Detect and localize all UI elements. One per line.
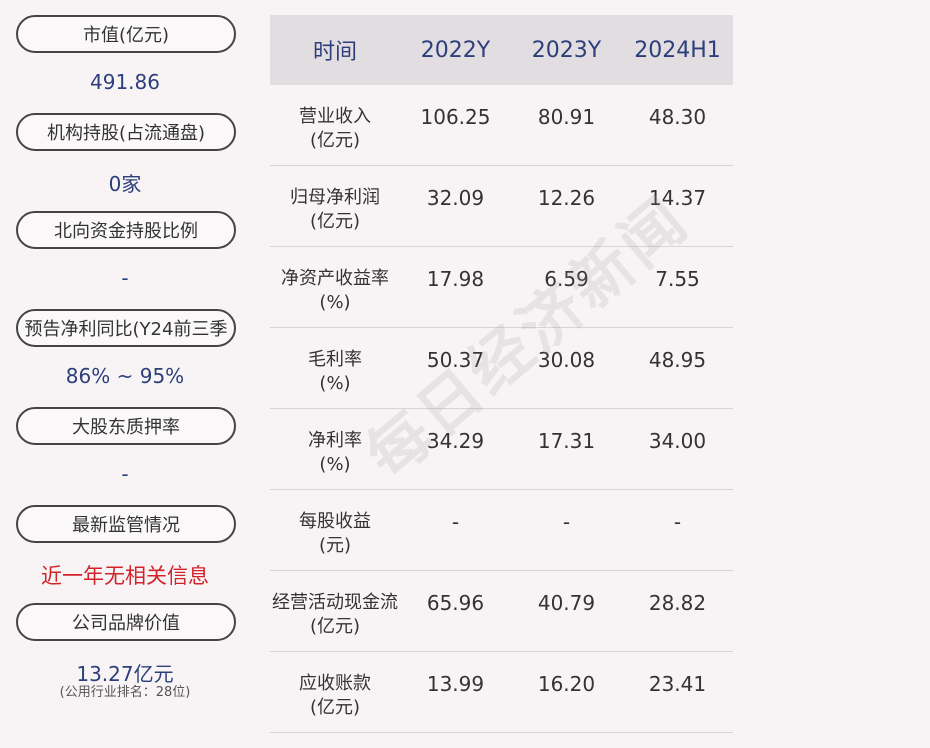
regulatory-value: 近一年无相关信息 <box>41 564 209 588</box>
table-header: 时间 2022Y 2023Y 2024H1 <box>270 15 733 85</box>
regulatory-label: 最新监管情况 <box>16 505 236 543</box>
row-label-unit: (元) <box>318 535 352 556</box>
brand-rank-note: (公用行业排名：28位) <box>59 685 191 700</box>
row-value: 23.41 <box>648 672 707 696</box>
row-label: 毛利率 (%) <box>270 328 400 396</box>
table-row: 净利率 (%) 34.29 17.31 34.00 <box>270 409 733 490</box>
row-value: 48.95 <box>648 348 707 372</box>
row-label-main: 毛利率 <box>308 349 362 370</box>
row-value: 32.09 <box>426 186 485 210</box>
row-label-main: 营业收入 <box>299 106 371 127</box>
row-label-main: 每股收益 <box>299 511 371 532</box>
row-value: 14.37 <box>648 186 707 210</box>
row-value: 17.98 <box>426 267 485 291</box>
row-value: 17.31 <box>537 429 596 453</box>
row-value: - <box>451 510 460 534</box>
pledge-ratio-label: 大股东质押率 <box>16 407 236 445</box>
table-row: 经营活动现金流 (亿元) 65.96 40.79 28.82 <box>270 571 733 652</box>
row-label-unit: (%) <box>319 454 351 475</box>
table-row: 净资产收益率 (%) 17.98 6.59 7.55 <box>270 247 733 328</box>
table-row: 营业收入 (亿元) 106.25 80.91 48.30 <box>270 85 733 166</box>
header-2024h1: 2024H1 <box>634 37 721 63</box>
row-value: 80.91 <box>537 105 596 129</box>
row-value: 13.99 <box>426 672 485 696</box>
row-value: 106.25 <box>420 105 491 129</box>
row-label-unit: (亿元) <box>309 616 361 637</box>
northbound-ratio-value: - <box>121 266 129 290</box>
row-label-unit: (%) <box>319 292 351 313</box>
institution-holding-value: 0家 <box>108 172 142 196</box>
row-value: 50.37 <box>426 348 485 372</box>
row-value: 30.08 <box>537 348 596 372</box>
financial-table: 时间 2022Y 2023Y 2024H1 营业收入 (亿元) 106.25 80.9… <box>270 15 733 733</box>
market-cap-label: 市值(亿元) <box>16 15 236 53</box>
row-label: 每股收益 (元) <box>270 490 400 558</box>
table-row: 每股收益 (元) - - - <box>270 490 733 571</box>
table-row: 归母净利润 (亿元) 32.09 12.26 14.37 <box>270 166 733 247</box>
pledge-ratio-value: - <box>121 462 129 486</box>
row-label-main: 净资产收益率 <box>281 268 389 289</box>
row-value: 12.26 <box>537 186 596 210</box>
header-2023y: 2023Y <box>531 37 602 63</box>
row-value: 16.20 <box>537 672 596 696</box>
row-label: 经营活动现金流 (亿元) <box>270 571 400 639</box>
northbound-ratio-label: 北向资金持股比例 <box>16 211 236 249</box>
institution-holding-label: 机构持股(占流通盘) <box>16 113 236 151</box>
brand-value-label: 公司品牌价值 <box>16 603 236 641</box>
table-row: 应收账款 (亿元) 13.99 16.20 23.41 <box>270 652 733 733</box>
row-value: 7.55 <box>655 267 700 291</box>
row-value: 6.59 <box>544 267 589 291</box>
profit-forecast-label: 预告净利同比(Y24前三季 <box>16 309 236 347</box>
row-value: 48.30 <box>648 105 707 129</box>
row-label-unit: (亿元) <box>309 130 361 151</box>
profit-forecast-value: 86% ~ 95% <box>65 364 185 388</box>
row-label-unit: (%) <box>319 373 351 394</box>
row-label: 应收账款 (亿元) <box>270 652 400 720</box>
table-row: 毛利率 (%) 50.37 30.08 48.95 <box>270 328 733 409</box>
row-value: - <box>562 510 571 534</box>
row-label-unit: (亿元) <box>309 697 361 718</box>
row-value: 34.29 <box>426 429 485 453</box>
row-label-main: 应收账款 <box>299 673 371 694</box>
row-label: 归母净利润 (亿元) <box>270 166 400 234</box>
header-time: 时间 <box>312 40 357 65</box>
row-value: 34.00 <box>648 429 707 453</box>
row-label-main: 经营活动现金流 <box>272 592 398 613</box>
market-cap-value: 491.86 <box>90 70 160 94</box>
row-value: - <box>673 510 682 534</box>
row-value: 28.82 <box>648 591 707 615</box>
row-label-main: 净利率 <box>308 430 362 451</box>
row-label: 营业收入 (亿元) <box>270 85 400 153</box>
row-value: 65.96 <box>426 591 485 615</box>
header-2022y: 2022Y <box>420 37 491 63</box>
row-label-main: 归母净利润 <box>290 187 380 208</box>
row-value: 40.79 <box>537 591 596 615</box>
row-label-unit: (亿元) <box>309 211 361 232</box>
row-label: 净资产收益率 (%) <box>270 247 400 315</box>
row-label: 净利率 (%) <box>270 409 400 477</box>
